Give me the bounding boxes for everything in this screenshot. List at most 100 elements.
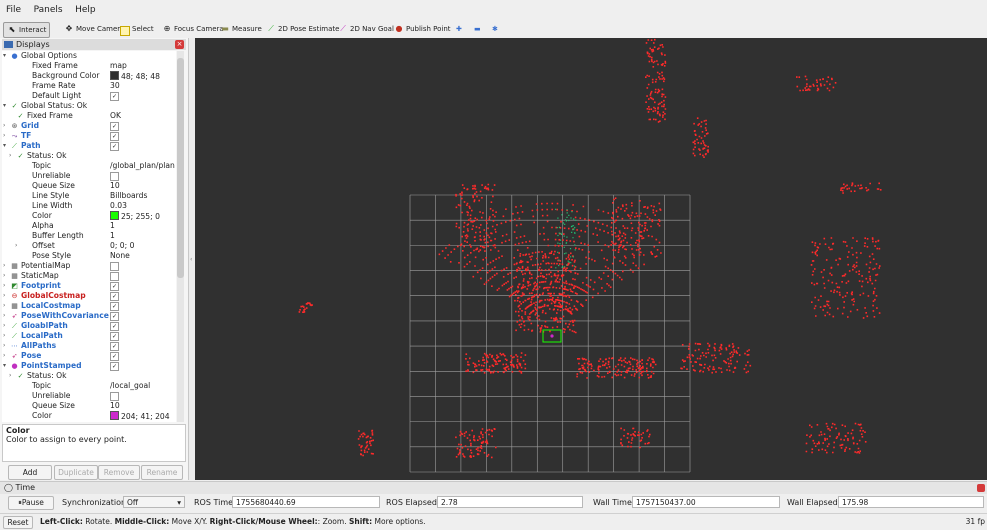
display-tree-row[interactable]: › ⟋ LocalPath ✓ <box>2 331 176 341</box>
display-tree-row[interactable]: ▾ ⟋ Path ✓ <box>2 141 176 151</box>
display-tree-row[interactable]: Color 25; 255; 0 <box>2 211 176 221</box>
display-tree-row[interactable]: Unreliable <box>2 391 176 401</box>
enable-checkbox[interactable] <box>110 172 119 181</box>
enable-checkbox[interactable]: ✓ <box>110 292 119 301</box>
display-row-value[interactable]: 0; 0; 0 <box>110 241 134 251</box>
render-viewport[interactable] <box>195 38 987 480</box>
expand-down-icon[interactable]: ▾ <box>3 361 9 371</box>
pause-button[interactable]: ⏸Pause <box>8 496 54 510</box>
ros-time-field[interactable]: 1755680440.69 <box>232 496 380 508</box>
expand-right-icon[interactable]: › <box>3 341 9 351</box>
enable-checkbox[interactable]: ✓ <box>110 312 119 321</box>
measure-tool-button[interactable]: ▬ Measure <box>220 22 262 36</box>
display-tree-row[interactable]: Default Light ✓ <box>2 91 176 101</box>
wall-elapsed-field[interactable]: 175.98 <box>838 496 984 508</box>
expand-down-icon[interactable]: ▾ <box>3 51 9 61</box>
display-tree-row[interactable]: ✓ Fixed Frame OK <box>2 111 176 121</box>
enable-checkbox[interactable] <box>110 262 119 271</box>
display-tree-row[interactable]: Topic/global_plan/plan <box>2 161 176 171</box>
wall-time-field[interactable]: 1757150437.00 <box>632 496 780 508</box>
display-tree-row[interactable]: Fixed Frame map <box>2 61 176 71</box>
expand-right-icon[interactable]: › <box>3 321 9 331</box>
display-tree-row[interactable]: Frame Rate 30 <box>2 81 176 91</box>
reset-button[interactable]: Reset <box>3 516 33 529</box>
select-tool-button[interactable]: .Select <box>120 22 154 36</box>
ros-elapsed-field[interactable]: 2.78 <box>437 496 583 508</box>
expand-right-icon[interactable]: › <box>3 261 9 271</box>
display-tree-row[interactable]: Alpha 1 <box>2 221 176 231</box>
expand-right-icon[interactable]: › <box>15 241 21 251</box>
display-tree-row[interactable]: › ⋯ AllPaths ✓ <box>2 341 176 351</box>
display-row-value[interactable]: Billboards <box>110 191 147 201</box>
expand-right-icon[interactable]: › <box>3 351 9 361</box>
expand-right-icon[interactable]: › <box>3 121 9 131</box>
expand-right-icon[interactable]: › <box>3 291 9 301</box>
display-row-value[interactable]: None <box>110 251 130 261</box>
expand-right-icon[interactable]: › <box>3 271 9 281</box>
display-tree-row[interactable]: Queue Size 10 <box>2 401 176 411</box>
display-tree-row[interactable]: Topic/local_goal <box>2 381 176 391</box>
add-button[interactable]: Add <box>8 465 52 480</box>
display-row-value[interactable]: OK <box>110 111 121 121</box>
point-cloud-scene[interactable] <box>195 38 987 480</box>
pose-estimate-tool-button[interactable]: ⟋ 2D Pose Estimate <box>266 22 339 36</box>
add-tool-icon[interactable]: ✚ <box>456 22 462 36</box>
display-tree-row[interactable]: Line Style Billboards <box>2 191 176 201</box>
enable-checkbox[interactable]: ✓ <box>110 122 119 131</box>
enable-checkbox[interactable]: ✓ <box>110 332 119 341</box>
nav-goal-tool-button[interactable]: ⟋ 2D Nav Goal <box>338 22 394 36</box>
expand-right-icon[interactable]: › <box>9 371 15 381</box>
menu-help[interactable]: Help <box>71 0 100 20</box>
display-tree-row[interactable]: Unreliable <box>2 171 176 181</box>
display-tree-row[interactable]: Color 204; 41; 204 <box>2 411 176 421</box>
display-tree-row[interactable]: ▾ ● Global Options <box>2 51 176 61</box>
enable-checkbox[interactable]: ✓ <box>110 352 119 361</box>
display-tree-row[interactable]: › ▦ StaticMap <box>2 271 176 281</box>
expand-down-icon[interactable]: ▾ <box>3 101 9 111</box>
enable-checkbox[interactable]: ✓ <box>110 132 119 141</box>
expand-right-icon[interactable]: › <box>9 151 15 161</box>
display-tree-row[interactable]: Background Color 48; 48; 48 <box>2 71 176 81</box>
display-row-value[interactable]: 0.03 <box>110 201 127 211</box>
display-tree-row[interactable]: › ⊛ Grid ✓ <box>2 121 176 131</box>
expand-right-icon[interactable]: › <box>3 281 9 291</box>
enable-checkbox[interactable]: ✓ <box>110 142 119 151</box>
expand-right-icon[interactable]: › <box>3 131 9 141</box>
collapse-arrow-icon[interactable]: ‹ <box>190 256 192 263</box>
sync-dropdown[interactable]: Off ▾ <box>123 496 185 508</box>
display-tree-row[interactable]: Pose Style None <box>2 251 176 261</box>
display-row-value[interactable]: 10 <box>110 401 120 411</box>
display-row-value[interactable]: /global_plan/plan <box>110 161 175 171</box>
tool-properties-icon[interactable]: ✱ <box>492 22 498 36</box>
display-tree-row[interactable]: › ✓ Status: Ok <box>2 151 176 161</box>
display-tree-row[interactable]: › ▦ LocalCostmap ✓ <box>2 301 176 311</box>
expand-down-icon[interactable]: ▾ <box>3 141 9 151</box>
display-tree-row[interactable]: › Offset 0; 0; 0 <box>2 241 176 251</box>
rename-button[interactable]: Rename <box>141 465 183 480</box>
duplicate-button[interactable]: Duplicate <box>54 465 98 480</box>
display-tree-row[interactable]: › ▦ PotentialMap <box>2 261 176 271</box>
move-camera-tool-button[interactable]: ✥ Move Camera <box>64 22 125 36</box>
color-swatch[interactable] <box>110 71 119 80</box>
remove-button[interactable]: Remove <box>98 465 140 480</box>
display-tree-row[interactable]: Alpha 1 <box>2 421 176 422</box>
color-swatch[interactable] <box>110 211 119 220</box>
close-icon[interactable] <box>977 484 985 492</box>
display-tree-row[interactable]: › ➶ PoseWithCovariance ✓ <box>2 311 176 321</box>
display-row-value[interactable]: 10 <box>110 181 120 191</box>
display-tree-row[interactable]: › ✓ Status: Ok <box>2 371 176 381</box>
enable-checkbox[interactable]: ✓ <box>110 282 119 291</box>
display-tree-row[interactable]: Queue Size 10 <box>2 181 176 191</box>
display-tree-row[interactable]: ▾ ✓ Global Status: Ok <box>2 101 176 111</box>
display-row-value[interactable]: 1 <box>110 231 115 241</box>
display-row-value[interactable]: 1 <box>110 421 115 422</box>
display-tree-row[interactable]: › ◩ Footprint ✓ <box>2 281 176 291</box>
focus-camera-tool-button[interactable]: ⊕ Focus Camera <box>162 22 224 36</box>
enable-checkbox[interactable]: ✓ <box>110 92 119 101</box>
display-tree-row[interactable]: › ⟋ GloablPath ✓ <box>2 321 176 331</box>
display-row-value[interactable]: /local_goal <box>110 381 150 391</box>
display-tree-row[interactable]: › ⊖ GlobalCostmap ✓ <box>2 291 176 301</box>
enable-checkbox[interactable] <box>110 272 119 281</box>
display-tree-row[interactable]: ▾ ● PointStamped ✓ <box>2 361 176 371</box>
enable-checkbox[interactable]: ✓ <box>110 322 119 331</box>
